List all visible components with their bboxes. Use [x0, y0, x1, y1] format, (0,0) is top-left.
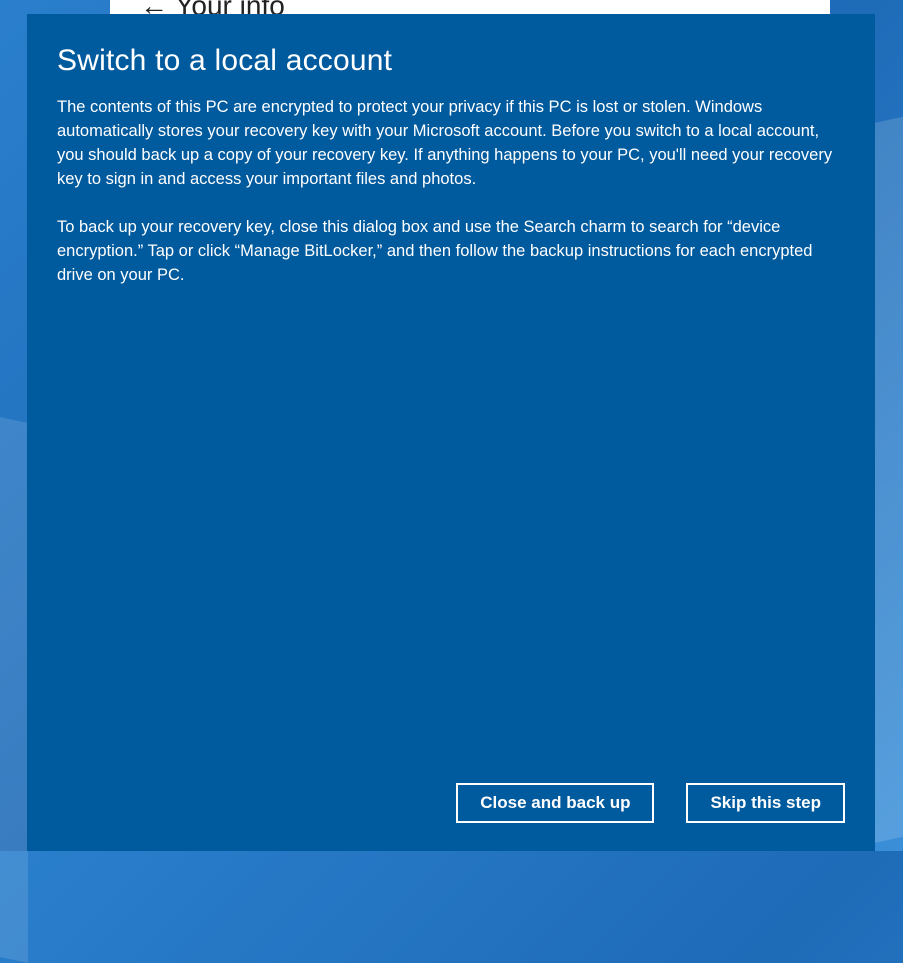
background-decoration — [0, 597, 28, 783]
switch-local-account-dialog: Switch to a local account The contents o… — [27, 14, 875, 851]
dialog-body: The contents of this PC are encrypted to… — [57, 96, 845, 783]
background-decoration — [0, 777, 28, 963]
dialog-paragraph-2: To back up your recovery key, close this… — [57, 216, 845, 288]
background-decoration — [0, 417, 28, 603]
background-decoration — [873, 657, 903, 843]
background-decoration — [873, 297, 903, 483]
skip-this-step-button[interactable]: Skip this step — [686, 783, 845, 823]
dialog-footer: Close and back up Skip this step — [57, 783, 845, 827]
dialog-title: Switch to a local account — [57, 44, 845, 78]
background-decoration — [873, 477, 903, 663]
close-and-back-up-button[interactable]: Close and back up — [456, 783, 654, 823]
dialog-paragraph-1: The contents of this PC are encrypted to… — [57, 96, 845, 192]
background-decoration — [873, 117, 903, 303]
